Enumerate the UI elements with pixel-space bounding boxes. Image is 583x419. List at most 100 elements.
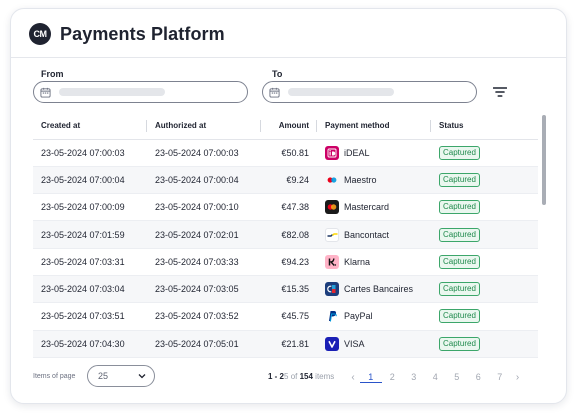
calendar-icon — [40, 87, 51, 98]
payment-method-cell: Bancontact — [317, 220, 431, 249]
previous-page-icon[interactable]: ‹ — [346, 372, 360, 383]
next-page-icon[interactable]: › — [511, 372, 525, 383]
authorized-cell: 23-05-2024 07:00:10 — [147, 193, 261, 222]
to-label: To — [272, 69, 283, 79]
payment-method-cell: Klarna — [317, 248, 431, 276]
created-cell: 23-05-2024 07:01:59 — [33, 220, 147, 249]
created-cell: 23-05-2024 07:00:09 — [33, 193, 147, 222]
page-title: Payments Platform — [60, 23, 225, 44]
status-cell: Captured — [431, 248, 538, 276]
payment-method-cell: Cartes Bancaires — [317, 275, 431, 304]
column-header-amount[interactable]: Amount — [261, 113, 317, 140]
payment-method-label: Klarna — [344, 256, 371, 267]
cm-logo: CM — [29, 23, 51, 45]
table-row[interactable]: 23-05-2024 07:00:03 23-05-2024 07:00:03 … — [33, 139, 538, 167]
payment-method-cell: PayPal — [317, 302, 431, 331]
paypal-icon — [325, 309, 339, 323]
payments-card: CM Payments Platform From To Created at … — [10, 8, 567, 404]
table-row[interactable]: 23-05-2024 07:00:04 23-05-2024 07:00:04 … — [33, 166, 538, 195]
table-scrollbar[interactable] — [542, 115, 546, 205]
column-header-authorized[interactable]: Authorized at — [147, 113, 261, 140]
created-cell: 23-05-2024 07:00:03 — [33, 139, 147, 167]
mastercard-icon — [325, 200, 339, 215]
column-header-payment-method[interactable]: Payment method — [317, 113, 431, 140]
amount-cell: €45.75 — [261, 302, 317, 331]
status-badge: Captured — [439, 282, 480, 297]
table-row[interactable]: 23-05-2024 07:03:51 23-05-2024 07:03:52 … — [33, 302, 538, 331]
status-badge: Captured — [439, 172, 480, 187]
payment-method-cell: VISA — [317, 330, 431, 358]
status-badge: Captured — [439, 336, 480, 351]
status-cell: Captured — [431, 166, 538, 195]
amount-cell: €94.23 — [261, 248, 317, 276]
payment-method-label: PayPal — [344, 311, 373, 322]
status-badge: Captured — [439, 227, 480, 242]
authorized-cell: 23-05-2024 07:05:01 — [147, 330, 261, 358]
filter-icon[interactable] — [493, 86, 507, 98]
from-date-input[interactable] — [33, 81, 248, 103]
column-header-status[interactable]: Status — [431, 113, 538, 140]
payment-method-cell: Maestro — [317, 166, 431, 195]
chevron-down-icon — [138, 374, 146, 379]
from-label: From — [41, 69, 64, 79]
column-header-created[interactable]: Created at — [33, 113, 147, 140]
page-button-7[interactable]: 7 — [489, 372, 511, 382]
amount-cell: €9.24 — [261, 166, 317, 195]
page-button-2[interactable]: 2 — [382, 372, 404, 382]
status-cell: Captured — [431, 220, 538, 249]
table-row[interactable]: 23-05-2024 07:01:59 23-05-2024 07:02:01 … — [33, 220, 538, 249]
items-per-page-label: Items of page — [33, 373, 76, 380]
visa-icon — [325, 336, 339, 351]
page-button-4[interactable]: 4 — [425, 372, 447, 382]
status-cell: Captured — [431, 302, 538, 331]
authorized-cell: 23-05-2024 07:03:05 — [147, 275, 261, 304]
page-button-5[interactable]: 5 — [446, 372, 468, 382]
created-cell: 23-05-2024 07:00:04 — [33, 166, 147, 195]
page-button-3[interactable]: 3 — [403, 372, 425, 382]
created-cell: 23-05-2024 07:04:30 — [33, 330, 147, 358]
pagination-pages: ‹ 1 2 3 4 5 6 7 › — [346, 370, 525, 384]
from-date-placeholder — [59, 88, 165, 96]
payment-method-label: Bancontact — [344, 229, 390, 240]
amount-cell: €21.81 — [261, 330, 317, 358]
amount-cell: €47.38 — [261, 193, 317, 222]
authorized-cell: 23-05-2024 07:00:04 — [147, 166, 261, 195]
status-cell: Captured — [431, 193, 538, 222]
table-row[interactable]: 23-05-2024 07:04:30 23-05-2024 07:05:01 … — [33, 330, 538, 358]
table-header: Created at Authorized at Amount Payment … — [33, 113, 538, 140]
table-row[interactable]: 23-05-2024 07:03:31 23-05-2024 07:03:33 … — [33, 248, 538, 276]
status-badge: Captured — [439, 145, 480, 160]
app-header: CM Payments Platform — [29, 23, 225, 45]
status-badge: Captured — [439, 254, 480, 269]
to-date-input[interactable] — [262, 81, 477, 103]
status-cell: Captured — [431, 275, 538, 304]
bancontact-icon — [325, 227, 339, 242]
pagination-footer: Items of page 25 1 - 25 of 154 items ‹ 1… — [11, 363, 566, 387]
amount-cell: €15.35 — [261, 275, 317, 304]
status-cell: Captured — [431, 330, 538, 358]
items-per-page-select[interactable]: 25 — [87, 365, 155, 387]
authorized-cell: 23-05-2024 07:03:33 — [147, 248, 261, 276]
ideal-icon — [325, 145, 339, 160]
cartes-bancaires-icon — [325, 282, 339, 297]
page-button-1[interactable]: 1 — [360, 372, 382, 383]
status-badge: Captured — [439, 200, 480, 215]
authorized-cell: 23-05-2024 07:02:01 — [147, 220, 261, 249]
table-row[interactable]: 23-05-2024 07:00:09 23-05-2024 07:00:10 … — [33, 193, 538, 222]
amount-cell: €82.08 — [261, 220, 317, 249]
maestro-icon — [325, 173, 339, 187]
status-badge: Captured — [439, 309, 480, 324]
page-button-6[interactable]: 6 — [468, 372, 490, 382]
created-cell: 23-05-2024 07:03:04 — [33, 275, 147, 304]
created-cell: 23-05-2024 07:03:31 — [33, 248, 147, 276]
created-cell: 23-05-2024 07:03:51 — [33, 302, 147, 331]
pagination-range: 1 - 25 of 154 items — [268, 372, 335, 381]
amount-cell: €50.81 — [261, 139, 317, 167]
payments-table: Created at Authorized at Amount Payment … — [33, 113, 538, 358]
calendar-icon — [269, 87, 280, 98]
payment-method-cell: iDEAL — [317, 139, 431, 167]
table-row[interactable]: 23-05-2024 07:03:04 23-05-2024 07:03:05 … — [33, 275, 538, 304]
payment-method-cell: Mastercard — [317, 193, 431, 222]
status-cell: Captured — [431, 139, 538, 167]
payment-method-label: Maestro — [344, 174, 377, 185]
